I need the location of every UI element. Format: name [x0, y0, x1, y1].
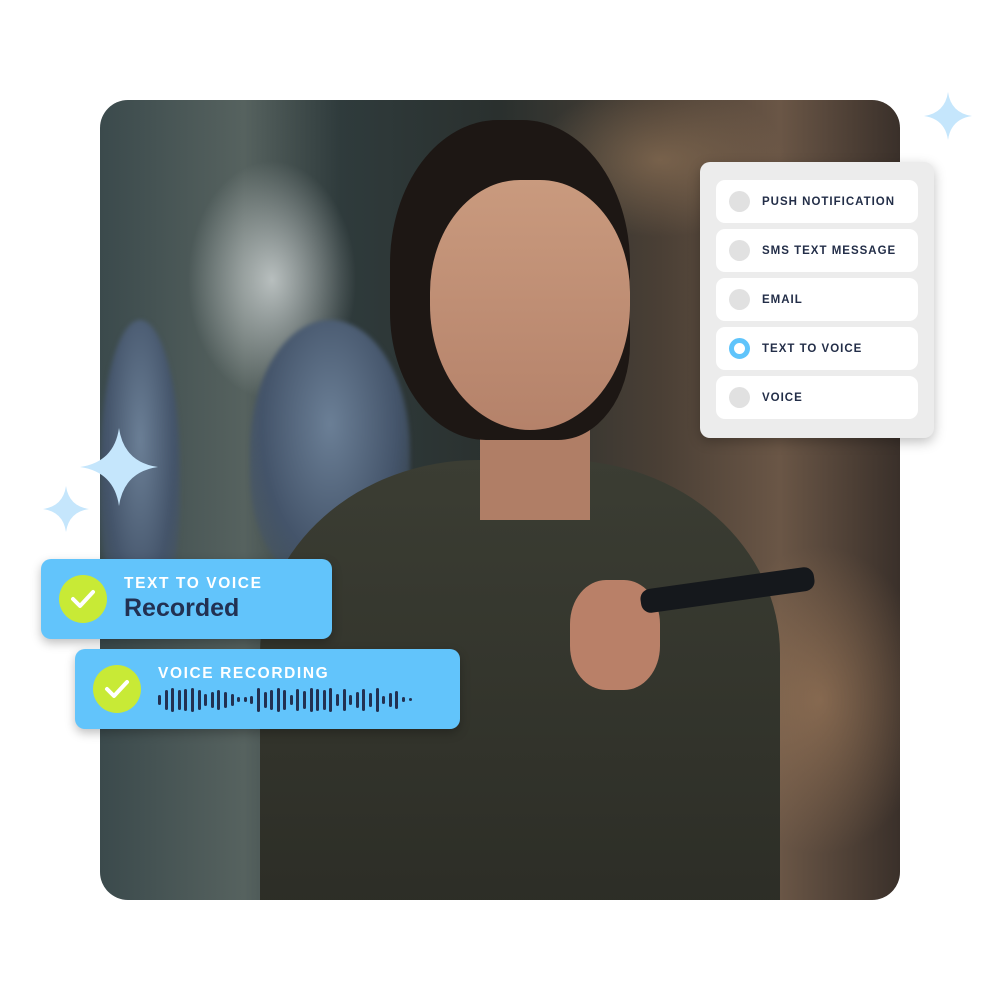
audio-waveform-icon [158, 686, 415, 714]
waveform-bar [322, 689, 326, 710]
badge-status: Recorded [124, 594, 240, 622]
woman-face [430, 180, 630, 430]
waveform-bar [369, 692, 372, 707]
badge-title: VOICE RECORDING [158, 664, 330, 682]
waveform-bar [276, 687, 280, 712]
waveform-bar [270, 689, 274, 710]
radio-button[interactable] [729, 191, 750, 212]
waveform-bar [210, 691, 214, 708]
sparkle-icon [924, 92, 972, 140]
waveform-bar [395, 690, 399, 709]
voice-recording-badge: VOICE RECORDING [75, 649, 460, 729]
waveform-bar [217, 689, 221, 710]
waveform-bar [309, 687, 313, 712]
text-to-voice-status-badge: TEXT TO VOICE Recorded [41, 559, 332, 639]
option-sms-text-message[interactable]: SMS TEXT MESSAGE [716, 229, 918, 272]
waveform-bar [375, 687, 379, 712]
badge-title: TEXT TO VOICE [124, 575, 263, 592]
waveform-bar [342, 688, 346, 711]
radio-button[interactable] [729, 387, 750, 408]
option-voice[interactable]: VOICE [716, 376, 918, 419]
radio-button-selected[interactable] [729, 338, 750, 359]
delivery-options-card: PUSH NOTIFICATION SMS TEXT MESSAGE EMAIL… [700, 162, 934, 438]
waveform-bar [223, 691, 227, 708]
waveform-bar [388, 692, 392, 707]
waveform-bar [190, 687, 194, 712]
waveform-bar [336, 693, 340, 706]
waveform-bar [184, 688, 188, 711]
option-text-to-voice[interactable]: TEXT TO VOICE [716, 327, 918, 370]
option-label: PUSH NOTIFICATION [762, 195, 896, 208]
waveform-bar [256, 687, 260, 712]
waveform-bar [177, 689, 181, 710]
sparkle-icon [43, 486, 89, 532]
waveform-bar [296, 688, 300, 711]
radio-button[interactable] [729, 289, 750, 310]
option-email[interactable]: EMAIL [716, 278, 918, 321]
waveform-bar [164, 689, 168, 710]
waveform-bar [289, 694, 293, 705]
waveform-bar [408, 698, 412, 701]
waveform-bar [303, 690, 307, 709]
waveform-bar [250, 695, 254, 704]
option-push-notification[interactable]: PUSH NOTIFICATION [716, 180, 918, 223]
waveform-bar [171, 687, 175, 712]
waveform-bar [401, 697, 405, 702]
checkmark-icon [59, 575, 107, 623]
waveform-bar [355, 691, 359, 708]
waveform-bar [382, 695, 386, 704]
waveform-bar [362, 688, 366, 711]
waveform-bar [349, 694, 353, 705]
waveform-bar [283, 689, 287, 710]
checkmark-icon [93, 665, 141, 713]
waveform-bar [329, 687, 333, 712]
radio-button[interactable] [729, 240, 750, 261]
option-label: TEXT TO VOICE [762, 342, 863, 355]
waveform-bar [197, 689, 201, 710]
waveform-bar [230, 693, 234, 706]
waveform-bar [263, 691, 267, 708]
option-label: EMAIL [762, 293, 803, 306]
waveform-bar [237, 697, 241, 702]
waveform-bar [316, 688, 320, 711]
waveform-bar [204, 693, 208, 706]
option-label: VOICE [762, 391, 803, 404]
option-label: SMS TEXT MESSAGE [762, 244, 897, 257]
waveform-bar [243, 697, 247, 702]
waveform-bar [158, 694, 161, 705]
sparkle-icon [80, 428, 158, 506]
